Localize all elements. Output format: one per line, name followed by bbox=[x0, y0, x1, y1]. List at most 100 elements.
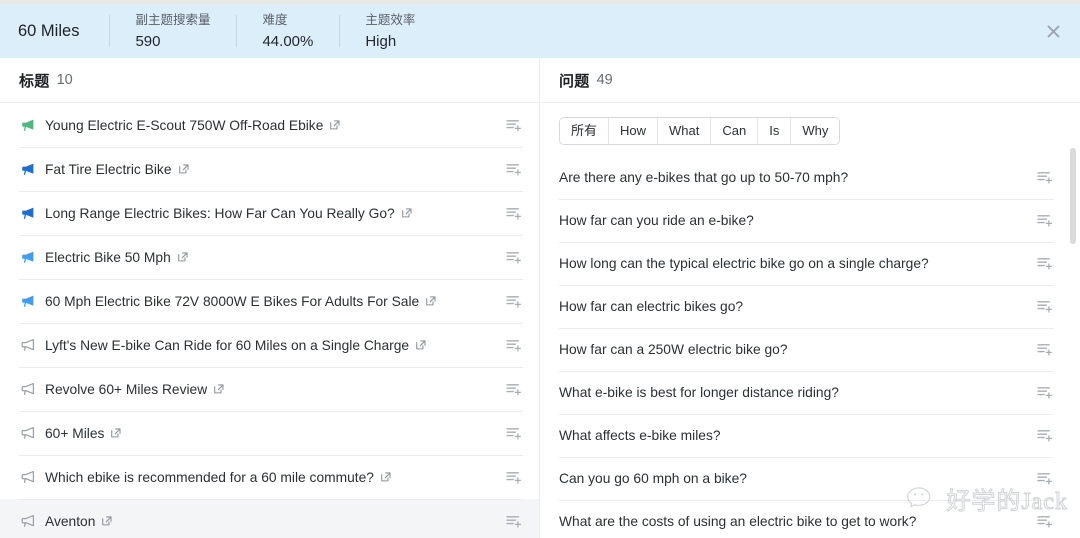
title-list-item[interactable]: Revolve 60+ Miles Review bbox=[0, 367, 539, 411]
list-item-label: Which ebike is recommended for a 60 mile… bbox=[45, 469, 374, 485]
external-link-icon[interactable] bbox=[329, 119, 341, 131]
question-label: What are the costs of using an electric … bbox=[559, 514, 917, 529]
add-to-list-icon[interactable] bbox=[1037, 471, 1054, 486]
question-list-item[interactable]: How far can you ride an e-bike? bbox=[540, 199, 1080, 242]
add-to-list-icon[interactable] bbox=[1037, 342, 1054, 357]
question-label: How far can you ride an e-bike? bbox=[559, 213, 754, 228]
question-list-item[interactable]: What affects e-bike miles? bbox=[540, 414, 1080, 457]
question-filters: 所有 How What Can Is Why bbox=[540, 103, 1080, 156]
question-label: What e-bike is best for longer distance … bbox=[559, 385, 839, 400]
question-label: Can you go 60 mph on a bike? bbox=[559, 471, 747, 486]
external-link-icon[interactable] bbox=[213, 383, 225, 395]
add-to-list-icon[interactable] bbox=[506, 118, 523, 133]
close-icon bbox=[1047, 25, 1059, 37]
add-to-list-icon[interactable] bbox=[506, 470, 523, 485]
title-list-item[interactable]: Aventon bbox=[0, 499, 539, 538]
title-list-item[interactable]: Fat Tire Electric Bike bbox=[0, 147, 539, 191]
metric-search-volume: 副主题搜索量 590 bbox=[109, 4, 236, 58]
add-to-list-icon[interactable] bbox=[1037, 213, 1054, 228]
list-item-label: 60 Mph Electric Bike 72V 8000W E Bikes F… bbox=[45, 293, 420, 309]
title-list-item[interactable]: Long Range Electric Bikes: How Far Can Y… bbox=[0, 191, 539, 235]
megaphone-icon bbox=[19, 161, 36, 178]
question-list-item[interactable]: How long can the typical electric bike g… bbox=[540, 242, 1080, 285]
question-label: What affects e-bike miles? bbox=[559, 428, 721, 443]
add-to-list-icon[interactable] bbox=[1037, 170, 1054, 185]
add-to-list-icon[interactable] bbox=[506, 426, 523, 441]
question-filter-group[interactable]: 所有 How What Can Is Why bbox=[559, 117, 841, 145]
megaphone-icon bbox=[19, 117, 36, 134]
app-root: 60 Miles 副主题搜索量 590 难度 44.00% 主题效率 High … bbox=[0, 0, 1080, 538]
question-list-item[interactable]: What are the costs of using an electric … bbox=[540, 500, 1080, 538]
title-list-item[interactable]: 60 Mph Electric Bike 72V 8000W E Bikes F… bbox=[0, 279, 539, 323]
megaphone-icon bbox=[19, 205, 36, 222]
add-to-list-icon[interactable] bbox=[1037, 428, 1054, 443]
add-to-list-icon[interactable] bbox=[506, 338, 523, 353]
external-link-icon[interactable] bbox=[177, 251, 189, 263]
external-link-icon[interactable] bbox=[425, 295, 437, 307]
titles-pane-title: 标题 bbox=[19, 72, 50, 90]
question-filter-how[interactable]: How bbox=[609, 118, 659, 144]
external-link-icon[interactable] bbox=[380, 471, 392, 483]
titles-list: Young Electric E-Scout 750W Off-Road Ebi… bbox=[0, 103, 539, 538]
question-filter-what[interactable]: What bbox=[658, 118, 712, 144]
list-item-label: Fat Tire Electric Bike bbox=[45, 161, 172, 177]
add-to-list-icon[interactable] bbox=[1037, 299, 1054, 314]
add-to-list-icon[interactable] bbox=[506, 294, 523, 309]
megaphone-outline-icon bbox=[19, 513, 36, 530]
questions-pane: 问题 49 所有 How What Can Is Why Are there any e-… bbox=[540, 58, 1080, 538]
add-to-list-icon[interactable] bbox=[506, 206, 523, 221]
list-item-label: 60+ Miles bbox=[45, 425, 105, 441]
question-list-item[interactable]: How far can electric bikes go? bbox=[540, 285, 1080, 328]
close-button[interactable] bbox=[1040, 18, 1066, 44]
keyword-summary-header: 60 Miles 副主题搜索量 590 难度 44.00% 主题效率 High bbox=[0, 4, 1080, 58]
question-list-item[interactable]: What e-bike is best for longer distance … bbox=[540, 371, 1080, 414]
title-list-item[interactable]: Which ebike is recommended for a 60 mile… bbox=[0, 455, 539, 499]
external-link-icon[interactable] bbox=[101, 515, 113, 527]
metric-label: 主题效率 bbox=[365, 12, 416, 27]
add-to-list-icon[interactable] bbox=[1037, 385, 1054, 400]
metric-label: 副主题搜索量 bbox=[135, 12, 211, 27]
question-filter-is[interactable]: Is bbox=[758, 118, 792, 144]
list-item-label: Aventon bbox=[45, 513, 96, 529]
keyword-title: 60 Miles bbox=[18, 21, 80, 40]
add-to-list-icon[interactable] bbox=[506, 250, 523, 265]
list-item-label: Long Range Electric Bikes: How Far Can Y… bbox=[45, 205, 395, 221]
add-to-list-icon[interactable] bbox=[506, 382, 523, 397]
add-to-list-icon[interactable] bbox=[1037, 256, 1054, 271]
content-panes: 标题 10 Young Electric E-Scout 750W Off-Ro… bbox=[0, 58, 1080, 538]
titles-pane: 标题 10 Young Electric E-Scout 750W Off-Ro… bbox=[0, 58, 540, 538]
metric-label: 难度 bbox=[262, 12, 288, 27]
questions-scrollbar[interactable] bbox=[1070, 148, 1076, 538]
metric-value: 590 bbox=[135, 32, 161, 50]
megaphone-icon bbox=[19, 293, 36, 310]
external-link-icon[interactable] bbox=[110, 427, 122, 439]
question-label: Are there any e-bikes that go up to 50-7… bbox=[559, 170, 849, 185]
add-to-list-icon[interactable] bbox=[506, 162, 523, 177]
questions-pane-header: 问题 49 bbox=[540, 58, 1080, 103]
question-label: How far can electric bikes go? bbox=[559, 299, 744, 314]
question-filter-why[interactable]: Why bbox=[791, 118, 840, 144]
questions-pane-title: 问题 bbox=[559, 72, 590, 90]
questions-scrollbar-thumb[interactable] bbox=[1070, 148, 1076, 244]
titles-pane-header: 标题 10 bbox=[0, 58, 539, 103]
external-link-icon[interactable] bbox=[178, 163, 190, 175]
title-list-item[interactable]: Electric Bike 50 Mph bbox=[0, 235, 539, 279]
metric-value: 44.00% bbox=[262, 32, 314, 50]
questions-list: Are there any e-bikes that go up to 50-7… bbox=[540, 156, 1080, 538]
add-to-list-icon[interactable] bbox=[506, 514, 523, 529]
add-to-list-icon[interactable] bbox=[1037, 514, 1054, 529]
title-list-item[interactable]: Lyft's New E-bike Can Ride for 60 Miles … bbox=[0, 323, 539, 367]
question-list-item[interactable]: Can you go 60 mph on a bike? bbox=[540, 457, 1080, 500]
megaphone-outline-icon bbox=[19, 425, 36, 442]
external-link-icon[interactable] bbox=[415, 339, 427, 351]
external-link-icon[interactable] bbox=[401, 207, 413, 219]
question-list-item[interactable]: Are there any e-bikes that go up to 50-7… bbox=[540, 156, 1080, 199]
question-list-item[interactable]: How far can a 250W electric bike go? bbox=[540, 328, 1080, 371]
title-list-item[interactable]: 60+ Miles bbox=[0, 411, 539, 455]
question-filter-can[interactable]: Can bbox=[711, 118, 759, 144]
title-list-item[interactable]: Young Electric E-Scout 750W Off-Road Ebi… bbox=[0, 103, 539, 147]
metric-topic-efficiency: 主题效率 High bbox=[339, 4, 441, 58]
question-filter-all[interactable]: 所有 bbox=[560, 118, 610, 144]
question-label: How long can the typical electric bike g… bbox=[559, 256, 929, 271]
megaphone-outline-icon bbox=[19, 469, 36, 486]
